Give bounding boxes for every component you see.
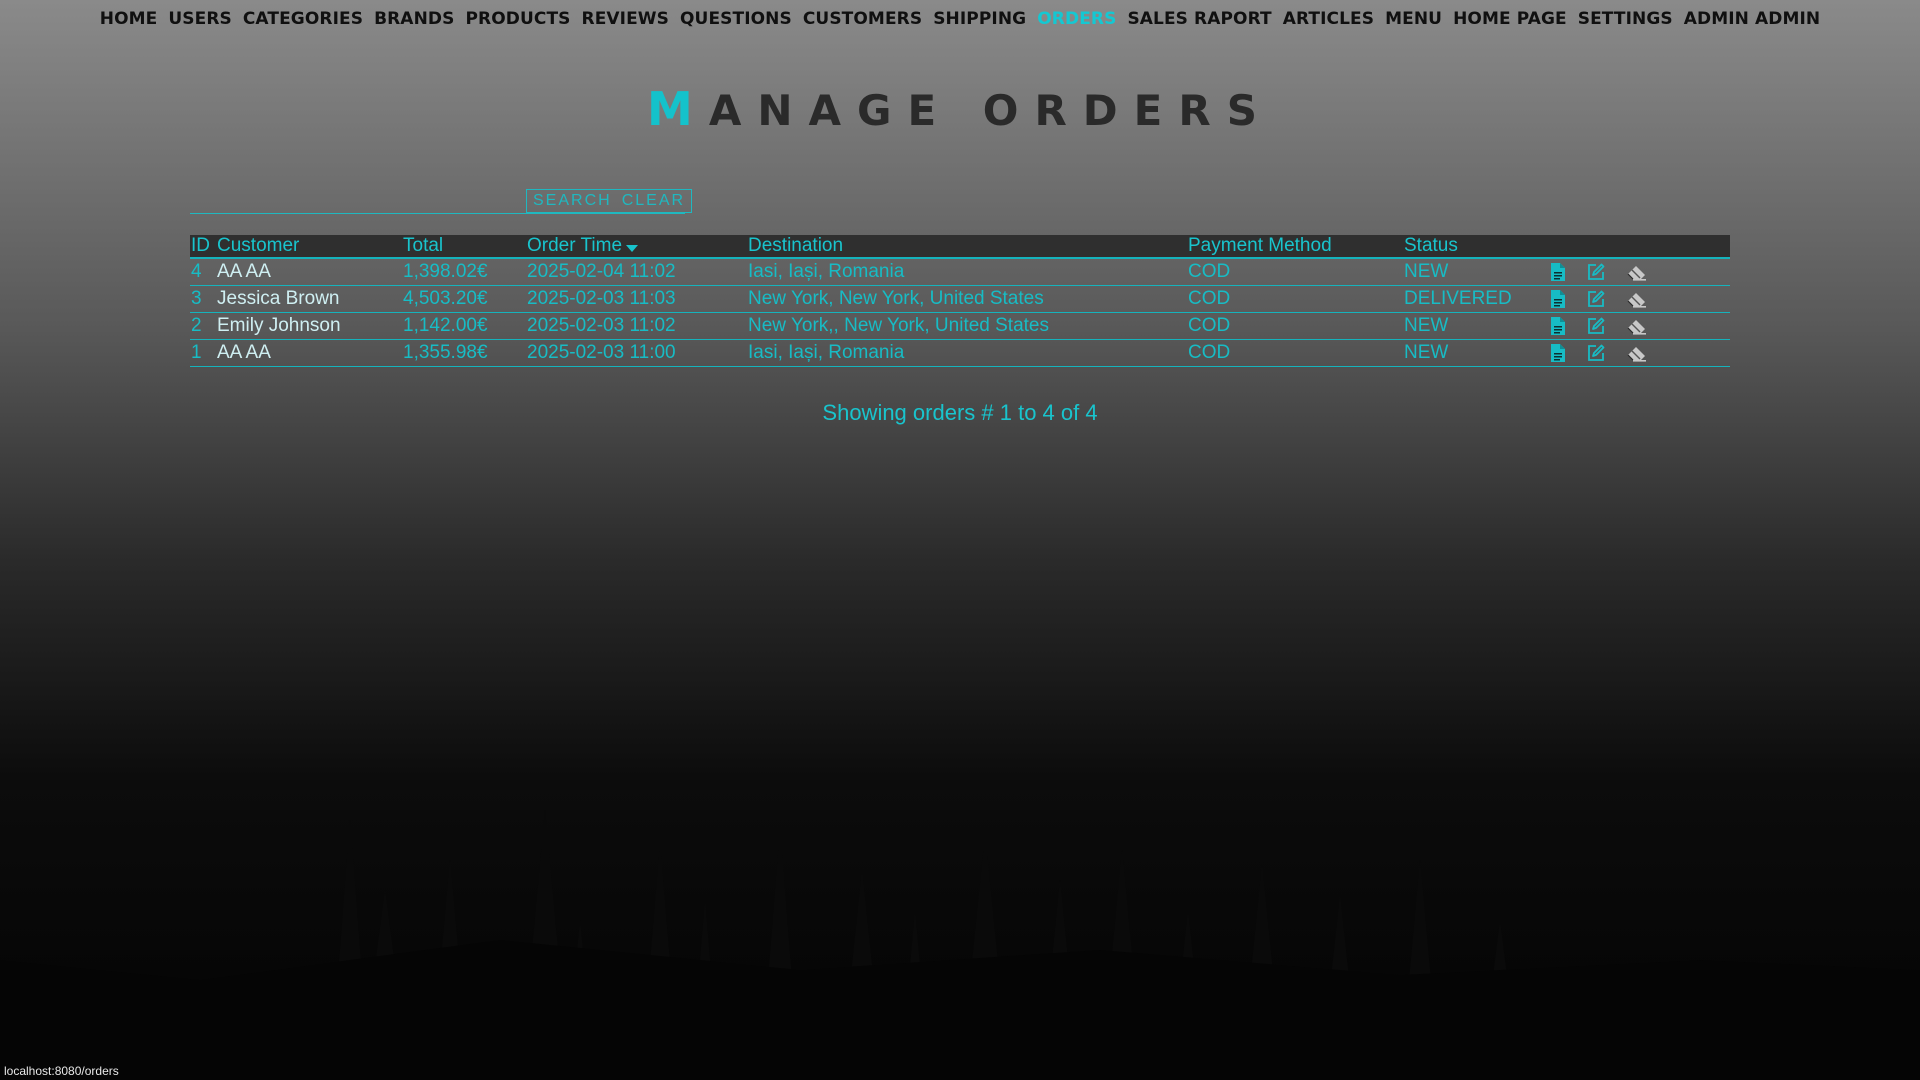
customer-name-cell: AA AA — [216, 258, 402, 286]
order-time-cell: 2025-02-03 11:00 — [526, 339, 747, 367]
search-buttons: SEARCH CLEAR — [526, 189, 693, 213]
details-icon[interactable] — [1550, 289, 1566, 309]
destination-cell: New York, New York, United States — [747, 285, 1187, 313]
clear-button[interactable]: CLEAR — [622, 192, 685, 210]
edit-icon[interactable] — [1586, 289, 1606, 309]
order-time-cell: 2025-02-03 11:03 — [526, 285, 747, 313]
forest-background — [0, 810, 1920, 1080]
order-total-cell: 4,503.20€ — [402, 285, 526, 313]
nav-item-products[interactable]: PRODUCTS — [465, 9, 570, 29]
payment-method-cell: COD — [1187, 339, 1403, 367]
payment-method-cell: COD — [1187, 285, 1403, 313]
destination-cell: Iasi, Iași, Romania — [747, 339, 1187, 367]
customer-name-cell: AA AA — [216, 339, 402, 367]
details-icon[interactable] — [1550, 343, 1566, 363]
column-header-status[interactable]: Status — [1403, 235, 1549, 258]
row-actions — [1550, 289, 1730, 309]
table-row: 1 AA AA 1,355.98€ 2025-02-03 11:00 Iasi, Iaș… — [190, 339, 1730, 367]
page-title: Manage orders — [0, 82, 1920, 136]
row-actions-cell — [1549, 339, 1730, 367]
order-time-cell: 2025-02-03 11:02 — [526, 312, 747, 340]
column-header-order-time[interactable]: Order Time — [526, 235, 747, 258]
nav-item-settings[interactable]: SETTINGS — [1578, 9, 1673, 29]
column-header-customer[interactable]: Customer — [216, 235, 402, 258]
delete-icon[interactable] — [1626, 290, 1648, 308]
status-bar-url: localhost:8080/orders — [4, 1064, 119, 1078]
table-row: 3 Jessica Brown 4,503.20€ 2025-02-03 11:03 N… — [190, 285, 1730, 313]
column-header-id[interactable]: ID — [190, 235, 216, 258]
table-row: 2 Emily Johnson 1,142.00€ 2025-02-03 11:02 N… — [190, 312, 1730, 340]
order-status-cell: NEW — [1403, 339, 1549, 367]
order-id-cell: 2 — [190, 312, 216, 340]
nav-item-shipping[interactable]: SHIPPING — [933, 9, 1026, 29]
row-actions — [1550, 316, 1730, 336]
nav-item-orders[interactable]: ORDERS — [1037, 9, 1116, 29]
details-icon[interactable] — [1550, 316, 1566, 336]
table-row: 4 AA AA 1,398.02€ 2025-02-04 11:02 Iasi, Iaș… — [190, 258, 1730, 286]
payment-method-cell: COD — [1187, 312, 1403, 340]
search-bar: SEARCH CLEAR — [190, 189, 693, 214]
edit-icon[interactable] — [1586, 316, 1606, 336]
order-status-cell: NEW — [1403, 258, 1549, 286]
customer-name-cell: Jessica Brown — [216, 285, 402, 313]
order-total-cell: 1,142.00€ — [402, 312, 526, 340]
order-status-cell: DELIVERED — [1403, 285, 1549, 313]
nav-item-users[interactable]: USERS — [168, 9, 232, 29]
pagination-summary: Showing orders # 1 to 4 of 4 — [822, 400, 1098, 425]
column-header-payment-method[interactable]: Payment Method — [1187, 235, 1403, 258]
column-header-total[interactable]: Total — [402, 235, 526, 258]
payment-method-cell: COD — [1187, 258, 1403, 286]
row-actions — [1550, 343, 1730, 363]
column-header-order-time-label: Order Time — [527, 235, 623, 256]
page-title-initial: M — [647, 82, 709, 136]
nav-item-questions[interactable]: QUESTIONS — [680, 9, 792, 29]
delete-icon[interactable] — [1626, 344, 1648, 362]
column-header-destination[interactable]: Destination — [747, 235, 1187, 258]
nav-item-home[interactable]: HOME — [100, 9, 158, 29]
order-total-cell: 1,398.02€ — [402, 258, 526, 286]
nav-item-brands[interactable]: BRANDS — [374, 9, 454, 29]
destination-cell: New York,, New York, United States — [747, 312, 1187, 340]
nav-item-sales-raport[interactable]: SALES RAPORT — [1127, 9, 1271, 29]
nav-item-customers[interactable]: CUSTOMERS — [803, 9, 922, 29]
table-header-row: ID Customer Total Order Time Destination… — [190, 235, 1730, 258]
order-id-cell: 3 — [190, 285, 216, 313]
nav-item-home-page[interactable]: HOME PAGE — [1453, 9, 1567, 29]
sort-descending-icon — [626, 245, 639, 252]
delete-icon[interactable] — [1626, 317, 1648, 335]
orders-table-body: 4 AA AA 1,398.02€ 2025-02-04 11:02 Iasi, Iaș… — [190, 258, 1730, 367]
destination-cell: Iasi, Iași, Romania — [747, 258, 1187, 286]
order-id-cell: 1 — [190, 339, 216, 367]
delete-icon[interactable] — [1626, 263, 1648, 281]
nav-item-menu[interactable]: MENU — [1385, 9, 1442, 29]
order-time-cell: 2025-02-04 11:02 — [526, 258, 747, 286]
order-id-cell: 4 — [190, 258, 216, 286]
details-icon[interactable] — [1550, 262, 1566, 282]
edit-icon[interactable] — [1586, 262, 1606, 282]
order-status-cell: NEW — [1403, 312, 1549, 340]
main-nav: HOME USERS CATEGORIES BRANDS PRODUCTS REVIEWS… — [0, 9, 1920, 29]
page-title-rest: anage orders — [708, 86, 1273, 135]
row-actions-cell — [1549, 312, 1730, 340]
column-header-actions — [1549, 235, 1730, 258]
nav-item-reviews[interactable]: REVIEWS — [582, 9, 670, 29]
row-actions-cell — [1549, 258, 1730, 286]
order-total-cell: 1,355.98€ — [402, 339, 526, 367]
orders-table: ID Customer Total Order Time Destination… — [190, 235, 1730, 367]
row-actions-cell — [1549, 285, 1730, 313]
nav-item-admin-admin[interactable]: ADMIN ADMIN — [1684, 9, 1821, 29]
search-button[interactable]: SEARCH — [533, 192, 612, 210]
edit-icon[interactable] — [1586, 343, 1606, 363]
row-actions — [1550, 262, 1730, 282]
search-input[interactable] — [190, 189, 524, 213]
nav-item-categories[interactable]: CATEGORIES — [243, 9, 363, 29]
nav-item-articles[interactable]: ARTICLES — [1283, 9, 1374, 29]
customer-name-cell: Emily Johnson — [216, 312, 402, 340]
